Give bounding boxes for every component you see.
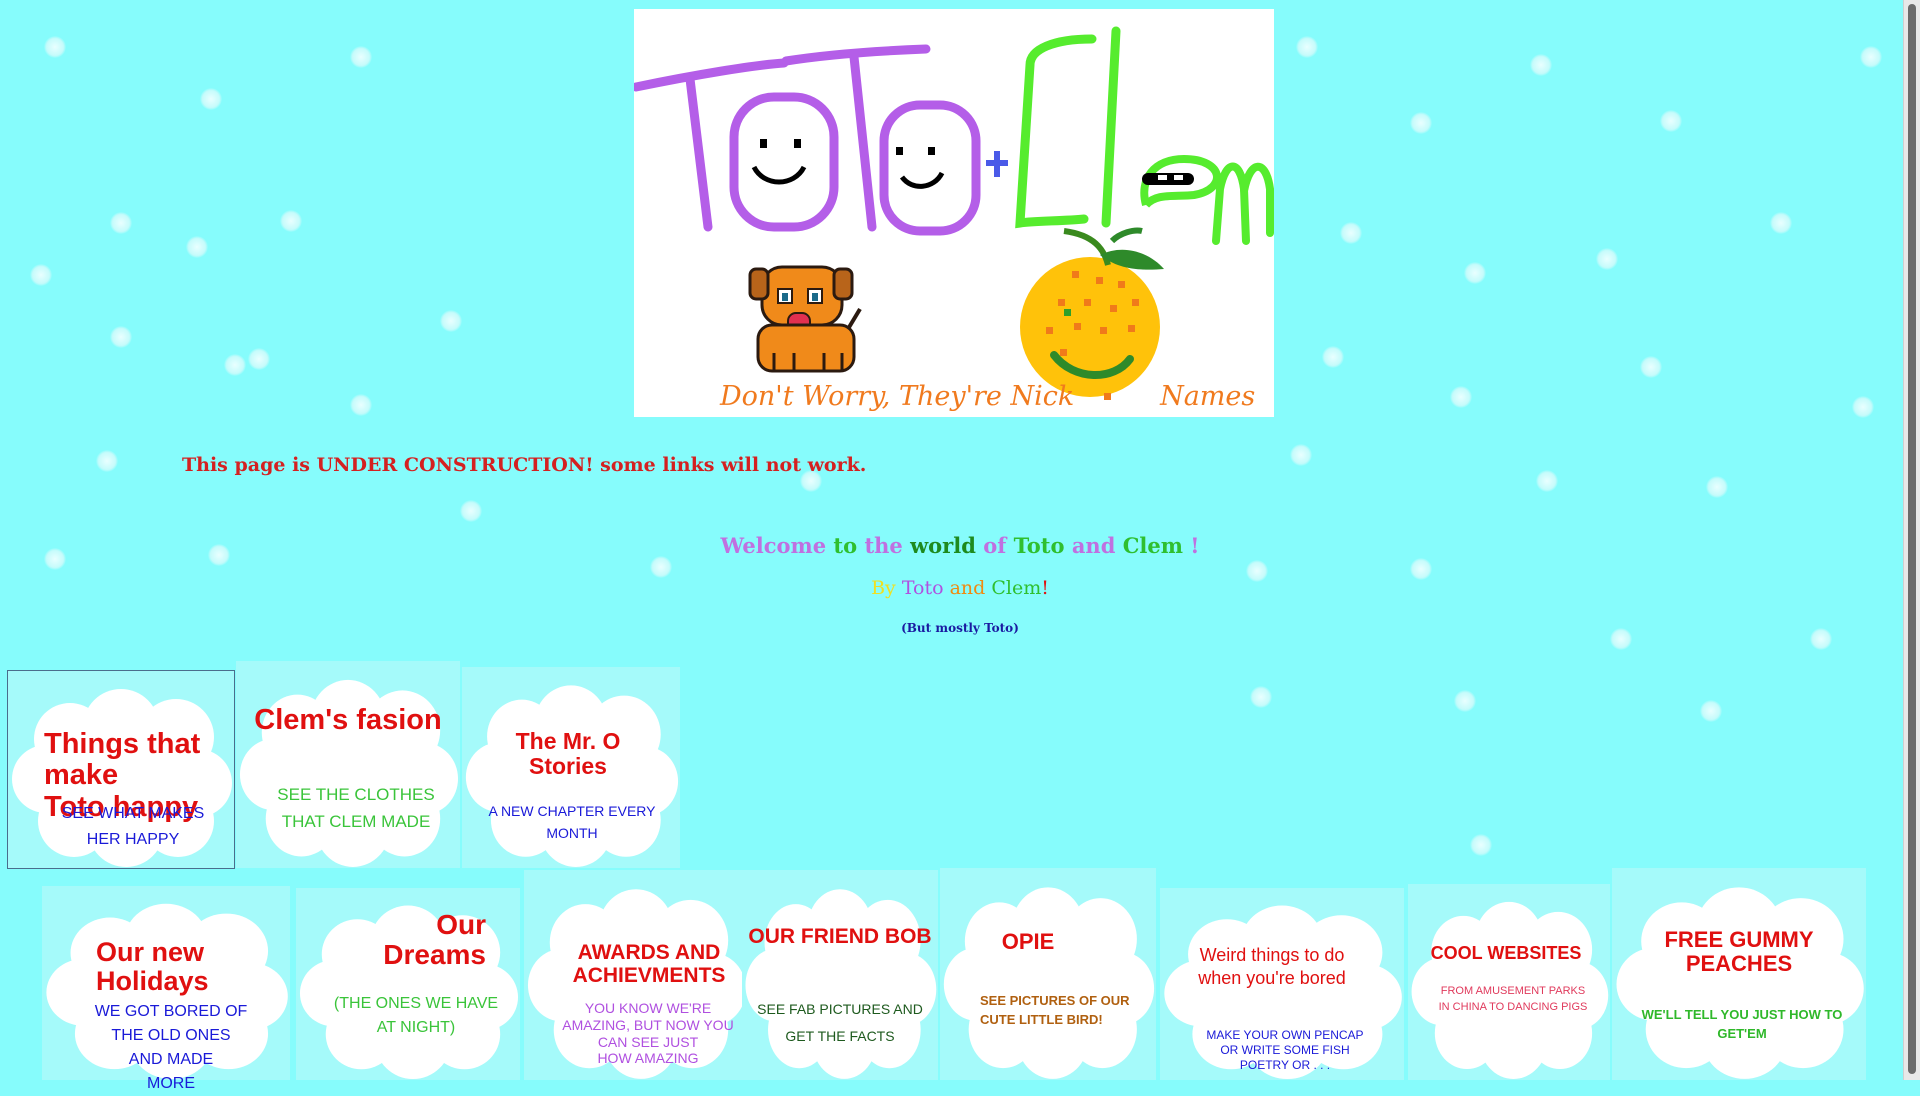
orange-icon (1020, 227, 1164, 400)
tile-title: OUR FRIEND BOB (748, 925, 932, 948)
tile-subtitle: A NEW CHAPTER EVERY MONTH (488, 803, 656, 841)
tile-subtitle: SEE PICTURES OF OUR CUTE LITTLE BIRD! (980, 993, 1130, 1027)
tile-subtitle: SEE WHAT MAKES HER HAPPY (61, 805, 205, 848)
welcome-word: of (983, 533, 1014, 558)
welcome-word: to (833, 533, 865, 558)
tile-weird-things-to-do[interactable]: Weird things to do when you're bored MAK… (1160, 888, 1404, 1080)
tile-free-gummy-peaches[interactable]: FREE GUMMY PEACHES WE'LL TELL YOU JUST H… (1612, 868, 1866, 1080)
tile-our-new-holidays[interactable]: Our new Holidays WE GOT BORED OF THE OLD… (42, 886, 290, 1092)
tile-title: COOL WEBSITES (1430, 943, 1582, 963)
tile-title: Our new Holidays (96, 937, 209, 997)
toto-clem-banner: Don't Worry, They're Nick Names (634, 9, 1274, 417)
tile-title: FREE GUMMY PEACHES (1664, 927, 1814, 976)
cloud-icon (1411, 901, 1609, 1080)
tile-opie[interactable]: OPIE SEE PICTURES OF OUR CUTE LITTLE BIR… (940, 868, 1156, 1080)
welcome-word: the (864, 533, 911, 558)
tile-things-that-make-toto-happy[interactable]: Things that make Toto happy SEE WHAT MAK… (7, 670, 235, 869)
tile-subtitle: WE'LL TELL YOU JUST HOW TO GET'EM (1641, 1007, 1843, 1041)
tile-subtitle: YOU KNOW WE'RE AMAZING, BUT NOW YOU CAN … (562, 1000, 734, 1067)
welcome-word: ! (1190, 533, 1200, 558)
banner-caption: Don't Worry, They're Nick Names (720, 381, 1255, 412)
welcome-heading: Welcome to the world of Toto and Clem ! (0, 533, 1920, 558)
tile-awards-and-achievments[interactable]: AWARDS AND ACHIEVMENTS YOU KNOW WE'RE AM… (524, 870, 748, 1080)
tile-our-dreams[interactable]: Our Dreams (THE ONES WE HAVE AT NIGHT) (296, 888, 520, 1080)
byline: By Toto and Clem! (0, 577, 1920, 599)
welcome-word: Clem (1122, 533, 1191, 558)
byline-word: Toto (901, 577, 950, 599)
banner-drawing (634, 26, 1274, 400)
tile-title: Clem's fasion (254, 704, 442, 736)
cloud-icon (943, 887, 1155, 1079)
cloud-icon (239, 679, 459, 867)
tile-mr-o-stories[interactable]: The Mr. O Stories A NEW CHAPTER EVERY MO… (462, 667, 680, 868)
tile-subtitle: MAKE YOUR OWN PENCAP OR WRITE SOME FISH … (1206, 1028, 1364, 1072)
tile-title: OPIE (1001, 929, 1055, 954)
welcome-word: world (910, 533, 984, 558)
tile-title: Our Dreams (383, 909, 486, 971)
caption-right: Names (1160, 381, 1256, 412)
tile-our-friend-bob[interactable]: OUR FRIEND BOB SEE FAB PICTURES AND GET … (742, 870, 938, 1080)
byline-word: Clem (991, 577, 1042, 599)
welcome-word: Welcome (720, 533, 834, 558)
tile-subtitle: SEE THE CLOTHES THAT CLEM MADE (277, 785, 435, 832)
tile-title: Weird things to do when you're bored (1198, 945, 1346, 989)
tile-subtitle: (THE ONES WE HAVE AT NIGHT) (333, 995, 499, 1036)
tile-subtitle: FROM AMUSEMENT PARKS IN CHINA TO DANCING… (1438, 985, 1588, 1013)
welcome-word: and (1071, 533, 1123, 558)
mostly-toto-note: (But mostly Toto) (901, 621, 1019, 635)
tile-subtitle: SEE FAB PICTURES AND GET THE FACTS (757, 1001, 923, 1044)
tile-cool-websites[interactable]: COOL WEBSITES FROM AMUSEMENT PARKS IN CH… (1408, 884, 1610, 1080)
tile-title: AWARDS AND ACHIEVMENTS (572, 941, 726, 987)
caption-left: Don't Worry, They're Nick (720, 381, 1075, 412)
construction-notice: This page is UNDER CONSTRUCTION! some li… (182, 454, 867, 476)
byline-word: By (871, 577, 902, 599)
dog-icon (748, 265, 862, 373)
tile-title: The Mr. O Stories (515, 728, 621, 779)
tile-clems-fasion[interactable]: Clem's fasion SEE THE CLOTHES THAT CLEM … (236, 661, 460, 868)
byline-word: and (949, 577, 992, 599)
byline-word: ! (1041, 577, 1049, 599)
welcome-word: Toto (1013, 533, 1072, 558)
tile-subtitle: WE GOT BORED OF THE OLD ONES AND MADE MO… (94, 1003, 248, 1092)
